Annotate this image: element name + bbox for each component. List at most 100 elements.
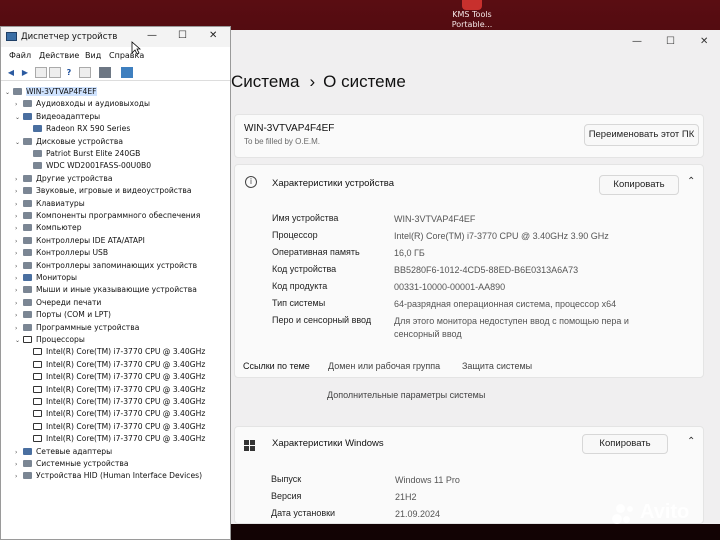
help-icon[interactable]: ? [63, 67, 75, 78]
spec-label: Версия [271, 491, 302, 501]
tree-node[interactable]: Intel(R) Core(TM) i7-3770 CPU @ 3.40GHz [33, 384, 205, 396]
tree-node-label: Клавиатуры [36, 198, 85, 208]
tree-node[interactable]: Intel(R) Core(TM) i7-3770 CPU @ 3.40GHz [33, 346, 205, 358]
scan-hardware-icon[interactable] [79, 67, 91, 78]
tree-node-label: Очереди печати [36, 297, 102, 307]
tree-node[interactable]: › Мониторы [15, 272, 77, 284]
tree-node[interactable]: › Очереди печати [15, 297, 101, 309]
tree-node[interactable]: › Другие устройства [15, 173, 112, 185]
tree-node-label: Порты (COM и LPT) [36, 310, 111, 320]
collapse-icon[interactable]: ⌄ [15, 137, 23, 149]
desktop-shortcut-label: KMS Tools [452, 10, 492, 19]
menu-action[interactable]: Действие [39, 51, 79, 60]
rename-pc-button[interactable]: Переименовать этот ПК [584, 124, 699, 146]
tree-node-label: Дисковые устройства [36, 136, 124, 146]
close-icon[interactable]: ✕ [209, 30, 217, 41]
tree-node[interactable]: › Мыши и иные указывающие устройства [15, 284, 197, 296]
tree-node[interactable]: › Компоненты программного обеспечения [15, 210, 200, 222]
tree-node[interactable]: Intel(R) Core(TM) i7-3770 CPU @ 3.40GHz [33, 408, 205, 420]
expand-icon[interactable]: › [15, 285, 23, 297]
tree-node[interactable]: › Порты (COM и LPT) [15, 309, 111, 321]
expand-icon[interactable]: › [15, 261, 23, 273]
update-driver-icon[interactable] [49, 67, 61, 78]
tree-node[interactable]: Intel(R) Core(TM) i7-3770 CPU @ 3.40GHz [33, 359, 205, 371]
properties-icon[interactable] [35, 67, 47, 78]
settings-caption-buttons: — ☐ ✕ [610, 34, 720, 54]
copy-device-specs-button[interactable]: Копировать [599, 175, 679, 195]
chevron-up-icon[interactable]: ⌃ [687, 176, 695, 187]
expand-icon[interactable]: › [15, 248, 23, 260]
collapse-icon[interactable]: ⌄ [15, 335, 23, 347]
breadcrumb-system[interactable]: Система [231, 72, 299, 91]
tree-node[interactable]: › Устройства HID (Human Interface Devices… [15, 470, 202, 482]
computer-icon [13, 88, 22, 95]
spec-label: Оперативная память [272, 247, 360, 257]
copy-windows-specs-button[interactable]: Копировать [582, 434, 668, 454]
menu-file[interactable]: Файл [9, 51, 31, 60]
monitor-icon[interactable] [121, 67, 133, 78]
expand-icon[interactable]: › [15, 199, 23, 211]
tree-node[interactable]: Intel(R) Core(TM) i7-3770 CPU @ 3.40GHz [33, 396, 205, 408]
domain-workgroup-link[interactable]: Домен или рабочая группа [328, 361, 440, 371]
tree-node[interactable]: › Сетевые адаптеры [15, 446, 112, 458]
tree-node[interactable]: › Звуковые, игровые и видеоустройства [15, 185, 192, 197]
tree-node[interactable]: Intel(R) Core(TM) i7-3770 CPU @ 3.40GHz [33, 371, 205, 383]
tree-node[interactable]: › Системные устройства [15, 458, 129, 470]
expand-icon[interactable]: › [15, 174, 23, 186]
tree-node[interactable]: Intel(R) Core(TM) i7-3770 CPU @ 3.40GHz [33, 421, 205, 433]
tree-node[interactable]: › Аудиовходы и аудиовыходы [15, 98, 150, 110]
minimize-icon[interactable]: — [632, 36, 642, 47]
tree-node[interactable]: Patriot Burst Elite 240GB [33, 148, 140, 160]
spec-label: Код устройства [272, 264, 337, 274]
expand-icon[interactable]: › [15, 99, 23, 111]
menu-bar: Файл Действие Вид Справка [1, 48, 230, 63]
maximize-icon[interactable]: ☐ [178, 30, 187, 41]
tree-node[interactable]: › Контроллеры IDE ATA/ATAPI [15, 235, 145, 247]
tree-node[interactable]: › Контроллеры запоминающих устройств [15, 260, 197, 272]
tree-node[interactable]: › Клавиатуры [15, 198, 85, 210]
tree-node-label: Intel(R) Core(TM) i7-3770 CPU @ 3.40GHz [46, 359, 206, 369]
expand-icon[interactable]: › [15, 273, 23, 285]
tree-node[interactable]: Intel(R) Core(TM) i7-3770 CPU @ 3.40GHz [33, 433, 205, 445]
expand-icon[interactable]: › [15, 447, 23, 459]
close-icon[interactable]: ✕ [700, 36, 708, 47]
expand-icon[interactable]: › [15, 298, 23, 310]
tree-node[interactable]: › Контроллеры USB [15, 247, 108, 259]
tree-node[interactable]: Radeon RX 590 Series [33, 123, 130, 135]
page-title: О системе [323, 72, 406, 91]
computer-icon[interactable] [99, 67, 111, 78]
tree-node[interactable]: ⌄ Видеоадаптеры [15, 111, 100, 123]
tree-node-label: WIN-3VTVAP4F4EF [26, 87, 97, 96]
disk-icon [23, 137, 32, 145]
menu-view[interactable]: Вид [85, 51, 101, 60]
advanced-system-settings-link[interactable]: Дополнительные параметры системы [327, 390, 485, 400]
tree-node-label: Мыши и иные указывающие устройства [36, 285, 197, 295]
tree-node[interactable]: ⌄ Процессоры [15, 334, 85, 346]
tree-node-label: Patriot Burst Elite 240GB [46, 149, 141, 158]
network-adapter-icon [23, 447, 32, 455]
collapse-icon[interactable]: ⌄ [15, 112, 23, 124]
expand-icon[interactable]: › [15, 323, 23, 335]
maximize-icon[interactable]: ☐ [666, 36, 675, 47]
tree-node[interactable]: ⌄ Дисковые устройства [15, 136, 123, 148]
desktop-shortcut-kms-tools[interactable]: KMS Tools Portable... [442, 0, 502, 30]
collapse-icon[interactable]: ⌄ [5, 87, 13, 99]
back-icon[interactable]: ◀ [5, 67, 17, 78]
minimize-icon[interactable]: — [147, 30, 157, 41]
expand-icon[interactable]: › [15, 310, 23, 322]
tree-node[interactable]: › Компьютер [15, 222, 82, 234]
tree-node[interactable]: WDC WD2001FASS-00U0B0 [33, 160, 151, 172]
expand-icon[interactable]: › [15, 471, 23, 483]
expand-icon[interactable]: › [15, 459, 23, 471]
expand-icon[interactable]: › [15, 186, 23, 198]
expand-icon[interactable]: › [15, 211, 23, 223]
spec-value: Для этого монитора недоступен ввод с пом… [394, 316, 629, 339]
system-protection-link[interactable]: Защита системы [462, 361, 532, 371]
forward-icon[interactable]: ▶ [19, 67, 31, 78]
tree-node-computer[interactable]: ⌄ WIN-3VTVAP4F4EF [5, 86, 97, 98]
expand-icon[interactable]: › [15, 223, 23, 235]
processor-icon [33, 360, 42, 368]
expand-icon[interactable]: › [15, 236, 23, 248]
tree-node[interactable]: › Программные устройства [15, 322, 139, 334]
chevron-up-icon[interactable]: ⌃ [687, 436, 695, 447]
